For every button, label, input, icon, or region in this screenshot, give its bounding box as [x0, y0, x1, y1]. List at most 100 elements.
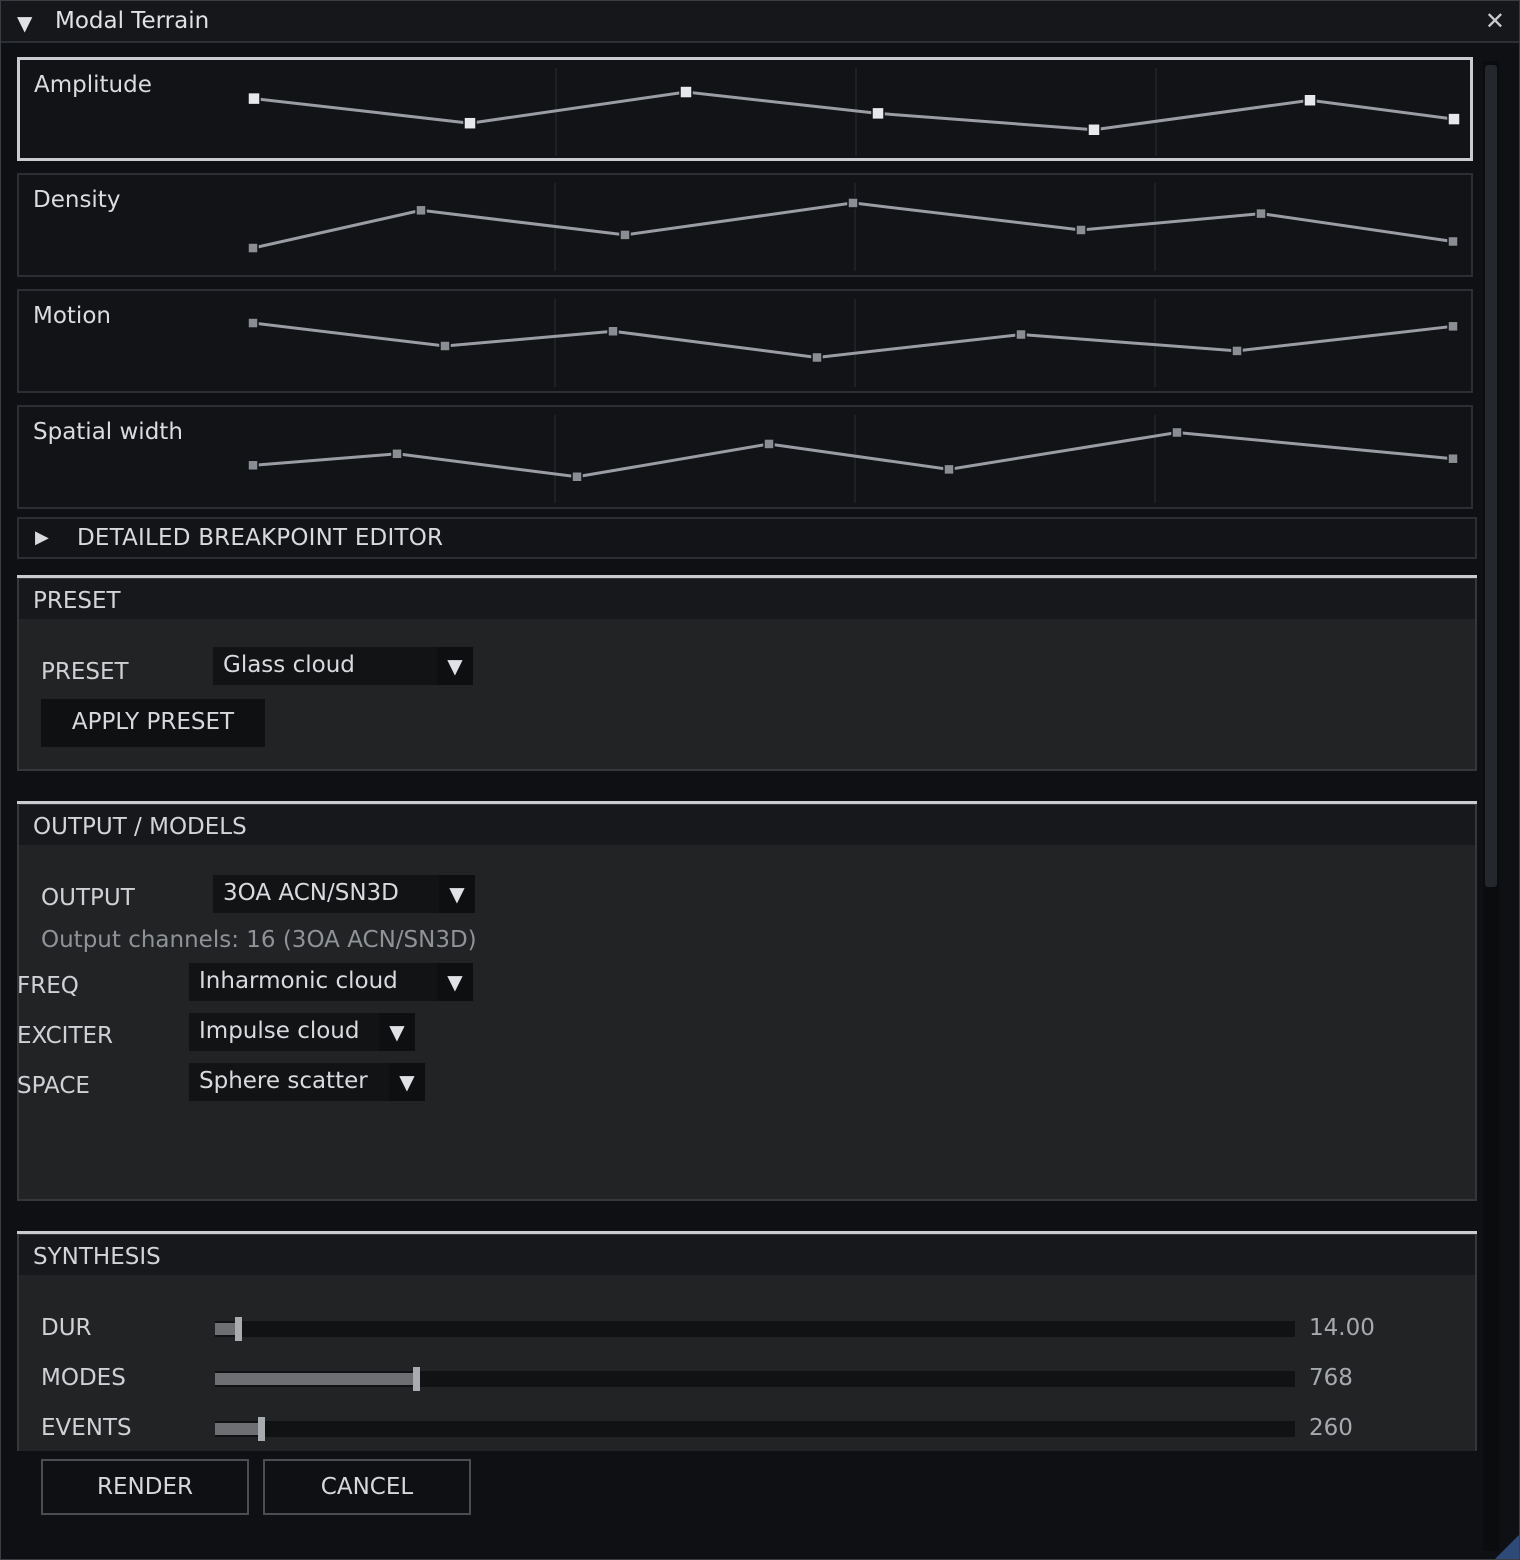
envelope-amplitude[interactable]: Amplitude — [17, 57, 1473, 161]
breakpoint-handle[interactable] — [619, 229, 631, 241]
envelope-line — [252, 321, 1454, 359]
breakpoint-handle[interactable] — [1231, 345, 1243, 357]
freq-value: Inharmonic cloud — [199, 968, 398, 994]
section-divider — [17, 1231, 1477, 1234]
chevron-down-icon: ▼ — [437, 647, 473, 685]
cancel-button[interactable]: CANCEL — [263, 1459, 471, 1515]
breakpoint-handle[interactable] — [247, 459, 259, 472]
breakpoint-handle[interactable] — [1255, 207, 1267, 220]
dur-slider[interactable] — [215, 1317, 1295, 1341]
window-title: Modal Terrain — [55, 8, 210, 34]
apply-preset-button[interactable]: APPLY PRESET — [41, 699, 265, 747]
triangle-right-icon: ▶ — [35, 527, 49, 548]
section-header[interactable]: SYNTHESIS — [19, 1235, 1475, 1275]
events-label: EVENTS — [41, 1415, 132, 1441]
events-value: 260 — [1309, 1415, 1353, 1441]
preset-dropdown[interactable]: Glass cloud ▼ — [213, 647, 473, 685]
section-divider — [17, 801, 1477, 804]
envelope-line — [253, 90, 1455, 132]
section-header[interactable]: OUTPUT / MODELS — [19, 805, 1475, 845]
section-divider — [17, 575, 1477, 578]
preset-section: PRESET PRESET Glass cloud ▼ APPLY PRESET — [17, 575, 1477, 771]
envelope-graph[interactable] — [19, 407, 1475, 511]
freq-dropdown[interactable]: Inharmonic cloud ▼ — [189, 963, 473, 1001]
slider-fill — [215, 1423, 260, 1435]
render-button[interactable]: RENDER — [41, 1459, 249, 1515]
envelope-graph[interactable] — [20, 60, 1476, 164]
space-dropdown[interactable]: Sphere scatter ▼ — [189, 1063, 425, 1101]
breakpoint-handle[interactable] — [247, 242, 259, 254]
slider-fill — [215, 1323, 237, 1335]
output-channels-info: Output channels: 16 (3OA ACN/SN3D) — [41, 927, 477, 953]
modes-value: 768 — [1309, 1365, 1353, 1391]
modes-slider[interactable] — [215, 1367, 1295, 1391]
envelope-graph[interactable] — [19, 175, 1475, 279]
breakpoint-handle[interactable] — [943, 463, 955, 476]
output-label: OUTPUT — [41, 885, 135, 911]
preset-value: Glass cloud — [223, 652, 355, 678]
slider-handle[interactable] — [413, 1367, 420, 1391]
breakpoint-handle[interactable] — [247, 91, 261, 106]
events-slider[interactable] — [215, 1417, 1295, 1441]
slider-handle[interactable] — [235, 1317, 242, 1341]
envelope-density[interactable]: Density — [17, 173, 1473, 277]
scrollbar-thumb[interactable] — [1485, 65, 1497, 887]
chevron-down-icon: ▼ — [439, 875, 475, 913]
chevron-down-icon: ▼ — [389, 1063, 425, 1101]
breakpoint-handle[interactable] — [679, 85, 693, 99]
modes-label: MODES — [41, 1365, 126, 1391]
output-models-section: OUTPUT / MODELS OUTPUT 3OA ACN/SN3D ▼ Ou… — [17, 801, 1477, 1201]
collapse-triangle-icon[interactable]: ▼ — [17, 11, 32, 35]
breakpoint-editor-toggle[interactable]: ▶ DETAILED BREAKPOINT EDITOR — [17, 517, 1477, 559]
breakpoint-handle[interactable] — [871, 106, 885, 121]
dur-value: 14.00 — [1309, 1315, 1375, 1341]
breakpoint-handle[interactable] — [811, 351, 823, 364]
close-icon[interactable]: ✕ — [1485, 7, 1505, 35]
breakpoint-handle[interactable] — [571, 471, 583, 483]
section-title: SYNTHESIS — [33, 1244, 161, 1270]
breakpoint-handle[interactable] — [847, 197, 859, 209]
modal-terrain-window: ▼ Modal Terrain ✕ Amplitude Density Moti… — [0, 0, 1520, 1560]
envelope-motion[interactable]: Motion — [17, 289, 1473, 393]
breakpoint-handle[interactable] — [1015, 328, 1027, 341]
breakpoint-handle[interactable] — [763, 438, 775, 450]
slider-fill — [215, 1373, 415, 1385]
breakpoint-handle[interactable] — [1447, 112, 1461, 126]
breakpoint-handle[interactable] — [391, 448, 403, 460]
preset-label: PRESET — [41, 659, 129, 685]
envelope-spatial-width[interactable]: Spatial width — [17, 405, 1473, 509]
section-title: PRESET — [33, 588, 121, 614]
section-title: OUTPUT / MODELS — [33, 814, 247, 840]
title-bar[interactable]: ▼ Modal Terrain ✕ — [1, 1, 1519, 43]
breakpoint-handle[interactable] — [1447, 452, 1459, 465]
breakpoint-handle[interactable] — [415, 204, 427, 217]
space-value: Sphere scatter — [199, 1068, 368, 1094]
breakpoint-handle[interactable] — [1087, 123, 1101, 137]
exciter-value: Impulse cloud — [199, 1018, 360, 1044]
breakpoint-handle[interactable] — [247, 317, 259, 329]
resize-grip-icon[interactable] — [1495, 1535, 1519, 1559]
breakpoint-handle[interactable] — [463, 116, 477, 130]
chevron-down-icon: ▼ — [437, 963, 473, 1001]
section-header[interactable]: PRESET — [19, 579, 1475, 619]
breakpoint-handle[interactable] — [1171, 426, 1183, 439]
exciter-label: EXCITER — [17, 1023, 114, 1049]
breakpoint-handle[interactable] — [607, 325, 619, 337]
slider-handle[interactable] — [258, 1417, 265, 1441]
breakpoint-editor-label: DETAILED BREAKPOINT EDITOR — [77, 525, 444, 551]
breakpoint-handle[interactable] — [1075, 224, 1087, 236]
freq-label: FREQ — [17, 973, 79, 999]
output-value: 3OA ACN/SN3D — [223, 880, 399, 906]
dur-label: DUR — [41, 1315, 92, 1341]
synthesis-section: SYNTHESIS DUR 14.00 MODES 768 EVENTS 260 — [17, 1231, 1477, 1451]
exciter-dropdown[interactable]: Impulse cloud ▼ — [189, 1013, 415, 1051]
chevron-down-icon: ▼ — [379, 1013, 415, 1051]
output-dropdown[interactable]: 3OA ACN/SN3D ▼ — [213, 875, 475, 913]
breakpoint-handle[interactable] — [1447, 235, 1459, 248]
breakpoint-handle[interactable] — [439, 340, 451, 352]
envelope-graph[interactable] — [19, 291, 1475, 395]
envelope-line — [252, 430, 1454, 479]
breakpoint-handle[interactable] — [1303, 93, 1317, 107]
breakpoint-handle[interactable] — [1447, 320, 1459, 333]
envelope-line — [252, 201, 1454, 250]
